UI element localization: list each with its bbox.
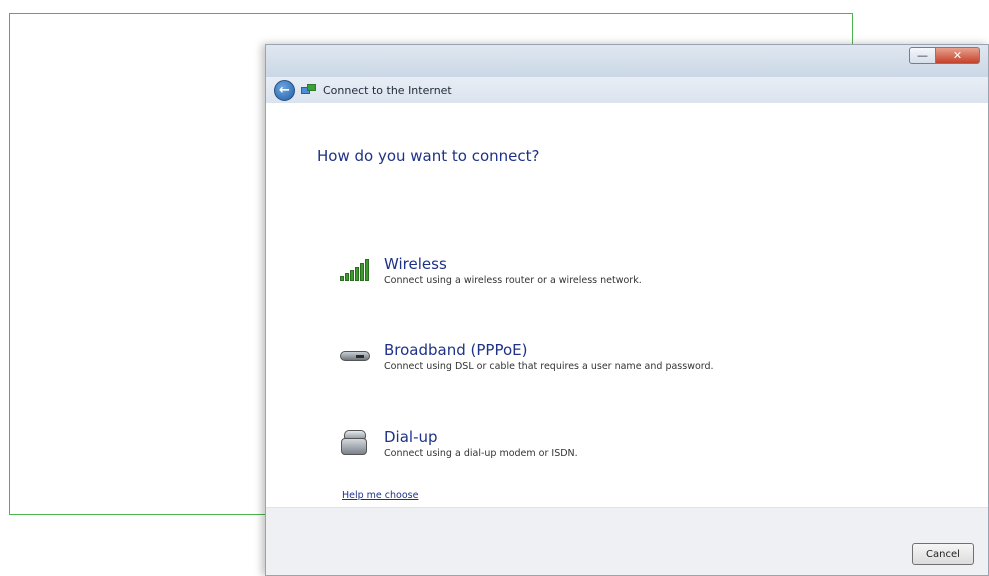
- phone-icon: [338, 428, 378, 458]
- modem-icon: [338, 341, 378, 371]
- option-description: Connect using a dial-up modem or ISDN.: [384, 448, 578, 459]
- nav-bar: ← Connect to the Internet: [266, 77, 988, 103]
- option-description: Connect using a wireless router or a wir…: [384, 275, 642, 286]
- title-bar: — ✕: [266, 45, 988, 77]
- page-question: How do you want to connect?: [317, 147, 540, 165]
- cancel-button[interactable]: Cancel: [912, 543, 974, 565]
- help-me-choose-link[interactable]: Help me choose: [342, 490, 418, 501]
- connect-dialog: — ✕ ← Connect to the Internet How do you…: [265, 44, 989, 576]
- back-arrow-icon[interactable]: ←: [274, 79, 295, 101]
- network-icon: [301, 84, 317, 96]
- option-title: Wireless: [384, 255, 447, 273]
- option-wireless[interactable]: Wireless Connect using a wireless router…: [338, 255, 642, 286]
- dialog-footer: Cancel: [266, 507, 988, 575]
- option-description: Connect using DSL or cable that requires…: [384, 361, 714, 372]
- option-broadband[interactable]: Broadband (PPPoE) Connect using DSL or c…: [338, 341, 714, 372]
- option-dialup[interactable]: Dial-up Connect using a dial-up modem or…: [338, 428, 578, 459]
- option-title: Broadband (PPPoE): [384, 341, 528, 359]
- option-title: Dial-up: [384, 428, 438, 446]
- dialog-content: How do you want to connect? Wireless Con…: [266, 103, 988, 507]
- minimize-button[interactable]: —: [909, 47, 936, 64]
- close-button[interactable]: ✕: [936, 47, 980, 64]
- signal-bars-icon: [338, 255, 378, 285]
- dialog-title: Connect to the Internet: [323, 83, 452, 97]
- window-controls: — ✕: [909, 47, 980, 64]
